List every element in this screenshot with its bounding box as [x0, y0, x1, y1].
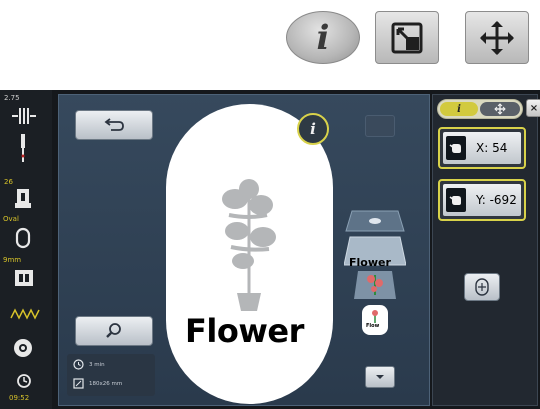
stitch-plate-icon[interactable] [13, 268, 35, 288]
tab-info[interactable]: i [440, 102, 478, 116]
hoop-label: Oval [3, 215, 19, 223]
layer-stack-mini-label: Flow [366, 323, 380, 329]
design-info-panel: 3 min 180x26 mm [67, 354, 155, 396]
stitch-plate-label: 9mm [3, 256, 22, 264]
layer-up-button[interactable] [365, 115, 395, 137]
needle-icon[interactable] [18, 134, 28, 164]
chevron-down-icon [376, 375, 384, 379]
design-text: Flower [185, 312, 304, 350]
info-badge[interactable]: i [297, 113, 329, 145]
clock-icon [73, 359, 84, 370]
resize-icon [391, 22, 423, 53]
close-button[interactable]: × [526, 99, 540, 117]
close-icon: × [529, 102, 539, 114]
time-display: 09:52 [9, 394, 30, 402]
layer-down-button[interactable] [365, 366, 395, 388]
thread-tension-icon[interactable] [10, 104, 38, 128]
tab-move[interactable] [480, 102, 520, 116]
clock-icon [17, 374, 31, 388]
stitch-time-row: 3 min [73, 359, 105, 370]
hand-icon [446, 188, 466, 212]
center-icon [475, 278, 489, 296]
info-icon: i [310, 120, 316, 138]
hand-icon [446, 136, 466, 160]
layer-stack-label: Flower [349, 256, 391, 269]
status-bar: 2.75 26 Oval 9mm 09:52 [0, 90, 52, 409]
bobbin-icon[interactable] [12, 337, 34, 359]
back-arrow-icon [104, 118, 124, 131]
move-button[interactable] [465, 11, 529, 64]
x-coordinate-value: X: 54 [476, 141, 508, 155]
design-size-row: 180x26 mm [73, 378, 122, 389]
zoom-button[interactable] [75, 316, 153, 346]
move-icon [494, 103, 506, 115]
stitch-time: 3 min [89, 361, 105, 368]
resize-button[interactable] [375, 11, 439, 64]
back-button[interactable] [75, 110, 153, 140]
move-icon [480, 20, 514, 55]
hoop-icon[interactable] [14, 227, 32, 249]
info-icon: i [316, 17, 330, 58]
tab-bar: i [437, 99, 523, 119]
center-design-button[interactable] [464, 273, 500, 301]
edit-panel: i × X: 54 Y: -692 [432, 94, 540, 406]
x-coordinate-button[interactable]: X: 54 [438, 127, 526, 169]
size-icon [73, 378, 84, 389]
design-size: 180x26 mm [89, 380, 123, 387]
device-screen: 2.75 26 Oval 9mm 09:52 Flower i Flower F… [0, 90, 540, 409]
presser-foot-icon[interactable] [13, 189, 35, 209]
y-coordinate-value: Y: -692 [476, 193, 517, 207]
embroidery-canvas: Flower i Flower Flow 3 min 180x26 mm [58, 94, 430, 406]
y-coordinate-button[interactable]: Y: -692 [438, 179, 526, 221]
presser-foot-value: 26 [4, 178, 13, 186]
flower-pot-icon [222, 179, 276, 311]
feed-dog-icon[interactable] [10, 308, 40, 320]
info-icon: i [457, 103, 461, 115]
zoom-icon [106, 323, 121, 338]
tension-value: 2.75 [4, 94, 20, 102]
info-button[interactable]: i [286, 11, 360, 64]
